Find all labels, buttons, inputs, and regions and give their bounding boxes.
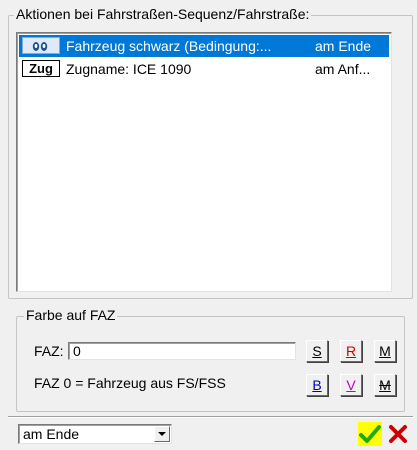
list-item[interactable]: Fahrzeug schwarz (Bedingung:... am Ende: [19, 35, 389, 57]
faz-input[interactable]: [68, 342, 296, 360]
checkmark-icon: [358, 422, 382, 446]
list-item[interactable]: Zug Zugname: ICE 1090 am Anf...: [19, 58, 389, 80]
color-button-v[interactable]: V: [340, 374, 362, 396]
ok-button[interactable]: [358, 422, 382, 446]
action-when: am Anf...: [315, 61, 371, 77]
timing-select-value: am Ende: [23, 426, 80, 442]
color-button-s[interactable]: S: [306, 340, 328, 362]
color-button-b[interactable]: B: [306, 374, 328, 396]
timing-select[interactable]: am Ende: [18, 424, 172, 444]
faz-hint: FAZ 0 = Fahrzeug aus FS/FSS: [34, 375, 226, 391]
actions-listbox[interactable]: Fahrzeug schwarz (Bedingung:... am Ende …: [16, 32, 392, 292]
color-button-m-strike[interactable]: M: [374, 374, 396, 396]
color-button-r[interactable]: R: [340, 340, 362, 362]
close-icon: [386, 422, 410, 446]
action-text: Fahrzeug schwarz (Bedingung:...: [66, 38, 272, 54]
color-button-m[interactable]: M: [374, 340, 396, 362]
zug-icon: Zug: [22, 60, 60, 77]
color-group-title: Farbe auf FAZ: [24, 307, 118, 323]
actions-group-title: Aktionen bei Fahrstraßen-Sequenz/Fahrstr…: [14, 6, 312, 22]
cancel-button[interactable]: [386, 422, 410, 446]
separator: [8, 416, 413, 418]
action-text: Zugname: ICE 1090: [66, 61, 192, 77]
vehicle-eyes-icon: [22, 37, 60, 54]
chevron-down-icon[interactable]: [154, 426, 170, 442]
action-when: am Ende: [315, 38, 372, 54]
faz-label: FAZ:: [34, 343, 64, 359]
color-groupbox: [16, 316, 405, 412]
